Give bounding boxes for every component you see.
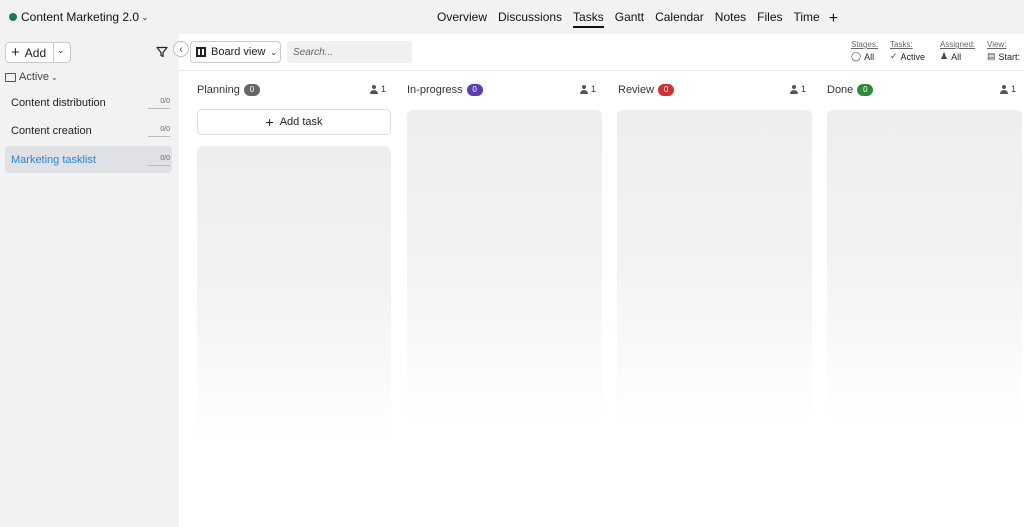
- column-assignees[interactable]: 1: [1000, 84, 1016, 94]
- tab-notes[interactable]: Notes: [715, 10, 746, 28]
- add-dropdown-chevron-icon[interactable]: ⌄: [57, 45, 65, 56]
- column-lane-review: [617, 110, 812, 424]
- column-assignees[interactable]: 1: [580, 84, 596, 94]
- column-header-review: Review 0: [618, 83, 675, 97]
- tab-calendar[interactable]: Calendar: [655, 10, 704, 28]
- column-assignees[interactable]: 1: [790, 84, 806, 94]
- chevron-down-icon: ⌄: [141, 11, 149, 22]
- filter-icon[interactable]: [156, 46, 168, 58]
- search-input[interactable]: [287, 41, 412, 63]
- plus-icon: +: [265, 114, 274, 130]
- tasklist-count: 0/0: [160, 126, 170, 133]
- list-status-filter-label: Active: [19, 71, 49, 83]
- sidebar: + Add ⌄ Active ⌄ Content distribution 0/…: [0, 34, 179, 527]
- assigned-filter-label: Assigned:: [940, 40, 976, 49]
- add-button-label: Add: [24, 45, 47, 60]
- tasklist-progress-bar: [148, 165, 170, 166]
- plus-icon: +: [11, 43, 20, 61]
- assignee-count: 1: [1011, 84, 1017, 94]
- chevron-down-icon: ⌄: [270, 47, 278, 57]
- column-assignees[interactable]: 1: [370, 84, 386, 94]
- column-title: Planning: [197, 84, 240, 96]
- column-title: Done: [827, 84, 854, 96]
- add-task-label: Add task: [279, 116, 323, 128]
- tasks-filter-value: Active: [900, 51, 926, 62]
- stages-filter-label: Stages:: [851, 40, 879, 49]
- project-name: Content Marketing 2.0: [21, 10, 140, 24]
- person-icon: [580, 84, 588, 94]
- column-lane-planning: [197, 146, 391, 442]
- tasklist-progress-bar: [148, 108, 170, 109]
- add-button[interactable]: + Add ⌄: [5, 42, 71, 63]
- view-switcher-button[interactable]: Board view ⌄: [190, 41, 281, 63]
- add-tab-plus-icon[interactable]: +: [829, 11, 838, 27]
- tasklist-item[interactable]: Content distribution 0/0: [5, 89, 172, 116]
- check-icon: ✓: [890, 51, 898, 61]
- assigned-filter-value: All: [951, 51, 962, 62]
- person-icon: [370, 84, 378, 94]
- view-switcher-label: Board view: [211, 46, 266, 58]
- tasklist-count: 0/0: [160, 98, 170, 105]
- assignee-count: 1: [801, 84, 807, 94]
- column-title: In-progress: [407, 84, 463, 96]
- tab-files[interactable]: Files: [757, 10, 782, 28]
- tasks-filter-label: Tasks:: [890, 40, 913, 49]
- add-button-divider: [53, 43, 54, 62]
- calendar-icon: ▤: [987, 51, 996, 61]
- column-title: Review: [618, 84, 655, 96]
- person-icon: [790, 84, 798, 94]
- top-bar: Content Marketing 2.0 ⌄ Overview Discuss…: [0, 0, 1024, 34]
- tasklist-progress-bar: [148, 136, 170, 137]
- assigned-filter[interactable]: Assigned: ♟ All: [940, 40, 975, 62]
- view-start-option[interactable]: View: ▤ Start:: [987, 40, 1020, 62]
- stages-filter-value: All: [864, 51, 875, 62]
- tasklist-item-selected[interactable]: Marketing tasklist 0/0: [5, 146, 172, 173]
- people-icon: ♟: [940, 51, 949, 61]
- project-nav: Overview Discussions Tasks Gantt Calenda…: [437, 10, 838, 28]
- folder-icon: [5, 72, 16, 82]
- view-option-label: View:: [987, 40, 1007, 49]
- tasklist-name: Content distribution: [11, 96, 106, 109]
- board-toolbar: Board view ⌄ Stages: ◯All Tasks: ✓Active…: [179, 34, 1024, 71]
- assignee-count: 1: [591, 84, 597, 94]
- tasklist-item[interactable]: Content creation 0/0: [5, 117, 172, 144]
- check-circle-icon: ◯: [851, 51, 862, 61]
- tab-tasks[interactable]: Tasks: [573, 10, 604, 28]
- add-task-button[interactable]: + Add task: [197, 109, 391, 135]
- project-color-dot: [9, 13, 17, 21]
- project-selector[interactable]: Content Marketing 2.0 ⌄: [9, 10, 149, 24]
- tab-overview[interactable]: Overview: [437, 10, 487, 28]
- tasklist-name: Marketing tasklist: [11, 153, 96, 166]
- tasks-filter[interactable]: Tasks: ✓ Active: [890, 40, 925, 62]
- column-count-badge: 0: [857, 84, 874, 96]
- column-count-badge: 0: [658, 84, 675, 96]
- stages-filter[interactable]: Stages: ◯ All: [851, 40, 878, 62]
- tab-gantt[interactable]: Gantt: [615, 10, 644, 28]
- tab-time[interactable]: Time: [794, 10, 820, 28]
- tasklist-count: 0/0: [160, 155, 170, 162]
- tasklist-name: Content creation: [11, 124, 92, 137]
- tab-discussions[interactable]: Discussions: [498, 10, 562, 28]
- chevron-down-icon: ⌄: [50, 72, 58, 82]
- person-icon: [1000, 84, 1008, 94]
- list-status-filter[interactable]: Active ⌄: [5, 71, 58, 83]
- column-header-in-progress: In-progress 0: [407, 83, 483, 97]
- column-lane-done: [827, 110, 1022, 424]
- column-lane-in-progress: [407, 110, 602, 424]
- column-header-done: Done 0: [827, 83, 874, 97]
- assignee-count: 1: [381, 84, 387, 94]
- column-header-planning: Planning 0: [197, 83, 260, 97]
- collapse-sidebar-chevron-left-icon[interactable]: ‹: [173, 41, 189, 57]
- board-icon: [196, 47, 206, 57]
- column-count-badge: 0: [466, 84, 483, 96]
- column-count-badge: 0: [243, 84, 260, 96]
- view-option-value: Start:: [998, 51, 1021, 62]
